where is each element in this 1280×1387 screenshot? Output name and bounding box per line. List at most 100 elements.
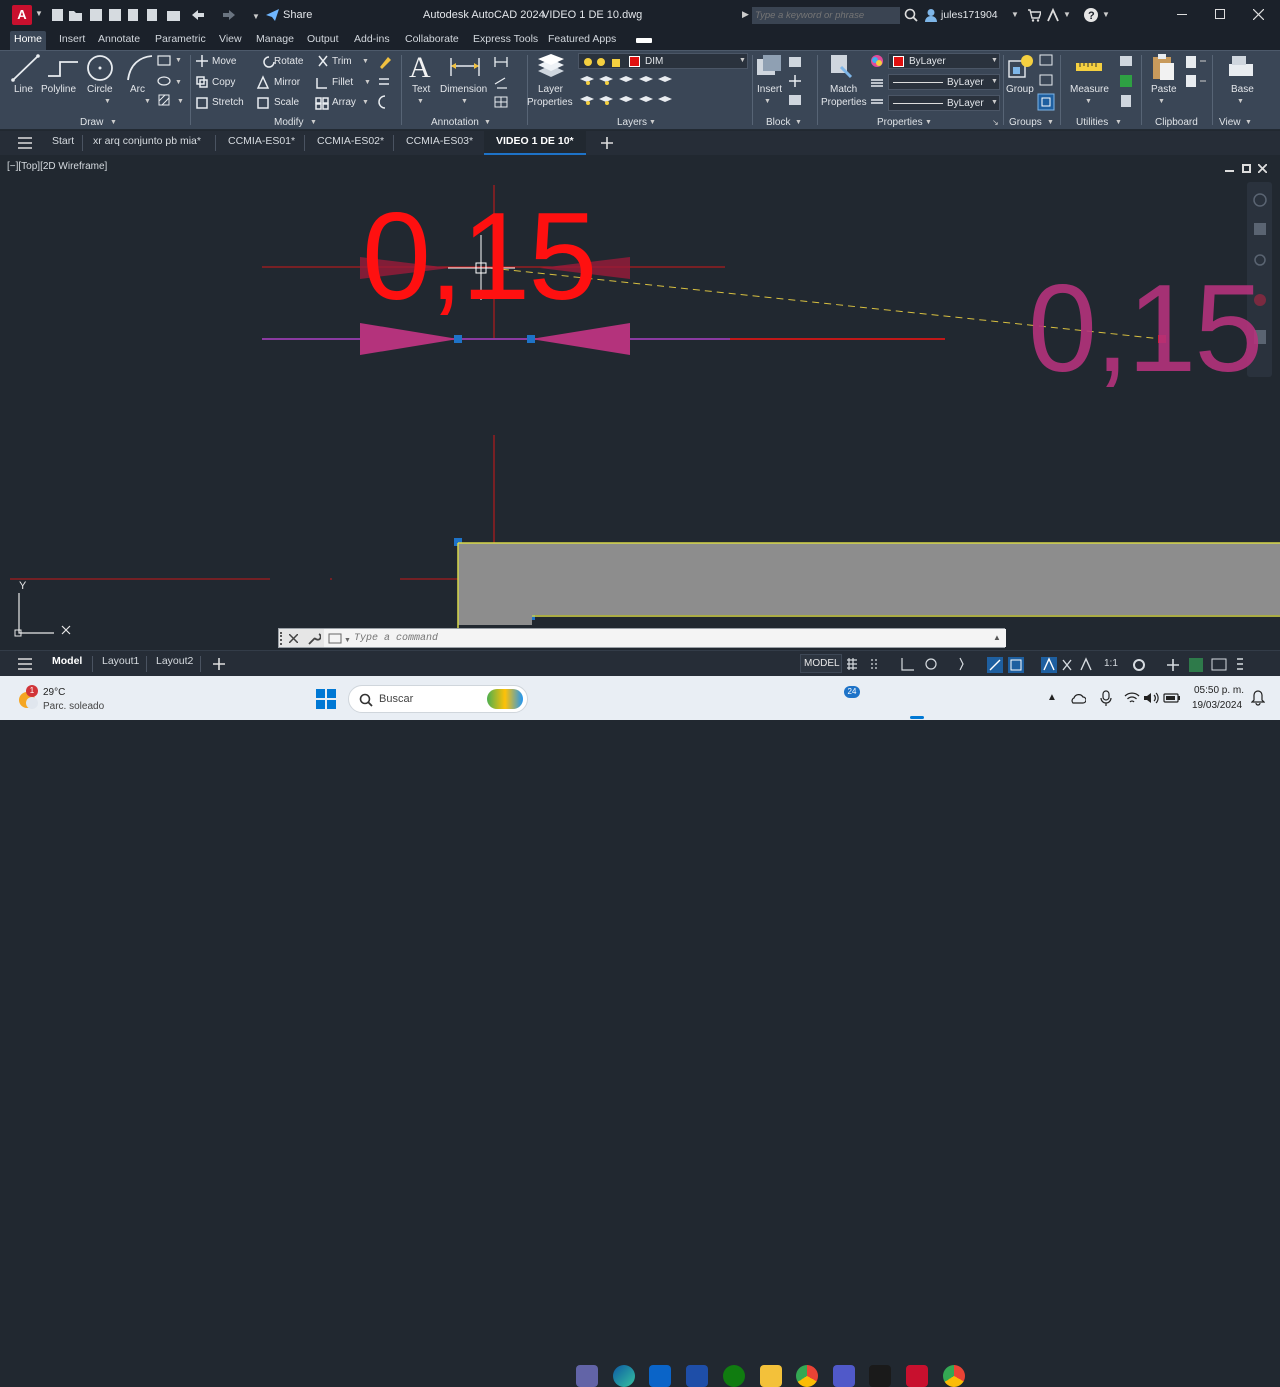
layout-tab-layout2[interactable]: Layout2 bbox=[156, 655, 193, 673]
annotation-group-chevron-icon[interactable]: ▼ bbox=[484, 119, 491, 126]
base-view-icon[interactable] bbox=[1227, 54, 1255, 78]
customize-wrench-icon[interactable] bbox=[307, 632, 321, 646]
file-tab-ccmia-es01[interactable]: CCMIA-ES01* bbox=[228, 135, 295, 147]
weather-desc[interactable]: Parc. soleado bbox=[43, 701, 104, 712]
annotation-scale-value[interactable]: 1:1 bbox=[1104, 658, 1118, 676]
trim-chevron-icon[interactable]: ▼ bbox=[362, 58, 369, 65]
file-tab-start[interactable]: Start bbox=[52, 135, 74, 147]
tab-home[interactable]: Home bbox=[10, 31, 47, 50]
teams-icon[interactable] bbox=[833, 1365, 855, 1387]
weather-temp[interactable]: 29°C bbox=[43, 687, 65, 698]
command-input[interactable] bbox=[354, 631, 974, 645]
close-icon[interactable] bbox=[1253, 9, 1264, 20]
share-icon[interactable] bbox=[265, 8, 281, 22]
clock-time[interactable]: 05:50 p. m. bbox=[1194, 685, 1244, 696]
dimension-icon[interactable] bbox=[448, 54, 484, 82]
clipboard-group-label[interactable]: Clipboard bbox=[1155, 117, 1198, 128]
search-input[interactable] bbox=[752, 7, 900, 24]
command-history-chevron-icon[interactable]: ▲ bbox=[993, 633, 1001, 642]
ellipse-chevron-icon[interactable]: ▼ bbox=[175, 79, 182, 86]
media-player-icon[interactable] bbox=[869, 1365, 891, 1387]
utilities-group-chevron-icon[interactable]: ▼ bbox=[1115, 119, 1122, 126]
help-chevron-icon[interactable]: ▼ bbox=[1102, 10, 1110, 19]
app-chevron-icon[interactable]: ▼ bbox=[1063, 10, 1071, 19]
store-icon[interactable] bbox=[649, 1365, 671, 1387]
clipboard-tools-icons[interactable] bbox=[1184, 53, 1210, 91]
block-group-chevron-icon[interactable]: ▼ bbox=[795, 119, 802, 126]
paste-button[interactable]: Paste bbox=[1151, 84, 1177, 95]
modify-group-chevron-icon[interactable]: ▼ bbox=[310, 119, 317, 126]
app-icon[interactable] bbox=[686, 1365, 708, 1387]
layers-group-label[interactable]: Layers bbox=[617, 117, 647, 128]
group-icon[interactable] bbox=[1007, 53, 1035, 81]
match-properties-label-1[interactable]: Match bbox=[830, 84, 857, 95]
array-button[interactable]: Array bbox=[332, 97, 356, 108]
measure-button[interactable]: Measure bbox=[1070, 84, 1109, 95]
user-chevron-icon[interactable]: ▼ bbox=[1011, 10, 1019, 19]
clock-date[interactable]: 19/03/2024 bbox=[1192, 700, 1242, 711]
hatch-icon[interactable]: ▼ bbox=[158, 93, 188, 109]
command-line-grip[interactable] bbox=[280, 632, 286, 645]
rectangle-chevron-icon[interactable]: ▼ bbox=[175, 57, 182, 64]
insert-chevron-icon[interactable]: ▼ bbox=[764, 98, 771, 105]
annotation-group-label[interactable]: Annotation bbox=[431, 117, 479, 128]
drawing-canvas[interactable] bbox=[0, 155, 1280, 650]
modify-group-label[interactable]: Modify bbox=[274, 117, 303, 128]
command-close-icon[interactable] bbox=[289, 634, 298, 643]
array-chevron-icon[interactable]: ▼ bbox=[362, 99, 369, 106]
app-menu-chevron-icon[interactable]: ▼ bbox=[35, 9, 43, 18]
fillet-chevron-icon[interactable]: ▼ bbox=[364, 79, 371, 86]
properties-group-chevron-icon[interactable]: ▼ bbox=[925, 119, 932, 126]
base-chevron-icon[interactable]: ▼ bbox=[1237, 98, 1244, 105]
file-tab-xr-arq[interactable]: xr arq conjunto pb mia* bbox=[93, 135, 201, 147]
layer-properties-icon[interactable] bbox=[536, 53, 566, 81]
grip-right[interactable] bbox=[527, 335, 535, 343]
lineweight-dropdown[interactable]: ByLayer ▼ bbox=[888, 95, 1000, 111]
command-prompt-icon[interactable]: ▼ bbox=[328, 633, 352, 644]
status-toggle-icons[interactable] bbox=[845, 656, 1245, 674]
notification-bell-icon[interactable] bbox=[1251, 690, 1265, 706]
tab-featured-apps[interactable]: Featured Apps bbox=[544, 33, 620, 49]
quick-access-toolbar[interactable]: ▼ bbox=[50, 7, 260, 23]
groups-group-chevron-icon[interactable]: ▼ bbox=[1047, 119, 1054, 126]
tab-add-ins[interactable]: Add-ins bbox=[350, 33, 394, 49]
color-dropdown[interactable]: ByLayer ▼ bbox=[888, 53, 1000, 69]
search-icon[interactable] bbox=[904, 8, 918, 22]
teams-chat-icon[interactable] bbox=[576, 1365, 598, 1387]
block-tools-icons[interactable] bbox=[786, 55, 808, 109]
block-group-label[interactable]: Block bbox=[766, 117, 790, 128]
new-layout-icon[interactable] bbox=[213, 658, 225, 670]
tab-annotate[interactable]: Annotate bbox=[94, 33, 144, 49]
chrome-icon[interactable] bbox=[796, 1365, 818, 1387]
layout-tab-layout1[interactable]: Layout1 bbox=[102, 655, 139, 673]
insert-block-icon[interactable] bbox=[755, 53, 783, 81]
grip-left[interactable] bbox=[454, 335, 462, 343]
utilities-group-label[interactable]: Utilities bbox=[1076, 117, 1108, 128]
edge-icon[interactable] bbox=[613, 1365, 635, 1387]
menu-icon[interactable] bbox=[18, 137, 32, 149]
circle-button[interactable]: Circle bbox=[87, 84, 113, 95]
dimension-text[interactable]: 0,15 bbox=[362, 195, 597, 319]
file-explorer-icon[interactable] bbox=[760, 1365, 782, 1387]
layer-tools-icons[interactable] bbox=[578, 73, 673, 109]
text-icon[interactable]: A bbox=[409, 51, 431, 85]
view-group-label[interactable]: View bbox=[1219, 117, 1241, 128]
chrome-profile-icon[interactable] bbox=[943, 1365, 965, 1387]
view-group-chevron-icon[interactable]: ▼ bbox=[1245, 119, 1252, 126]
base-button[interactable]: Base bbox=[1231, 84, 1254, 95]
tab-express-tools[interactable]: Express Tools bbox=[469, 33, 542, 49]
group-button[interactable]: Group bbox=[1006, 84, 1034, 95]
properties-launcher-icon[interactable]: ↘ bbox=[992, 118, 999, 127]
polyline-button[interactable]: Polyline bbox=[41, 84, 76, 95]
layout-tab-model[interactable]: Model bbox=[52, 655, 82, 673]
utilities-tools-icons[interactable] bbox=[1117, 53, 1137, 111]
minimize-icon[interactable] bbox=[1177, 14, 1187, 15]
draw-group-chevron-icon[interactable]: ▼ bbox=[110, 119, 117, 126]
line-button[interactable]: Line bbox=[14, 84, 33, 95]
help-icon[interactable]: ? bbox=[1083, 7, 1099, 23]
layers-group-chevron-icon[interactable]: ▼ bbox=[649, 119, 656, 126]
chevron-right-icon[interactable]: ▶ bbox=[742, 9, 749, 20]
layout-menu-icon[interactable] bbox=[18, 658, 32, 670]
fillet-button[interactable]: Fillet bbox=[332, 77, 353, 88]
tray-overflow-chevron-icon[interactable]: ▲ bbox=[1047, 692, 1057, 703]
